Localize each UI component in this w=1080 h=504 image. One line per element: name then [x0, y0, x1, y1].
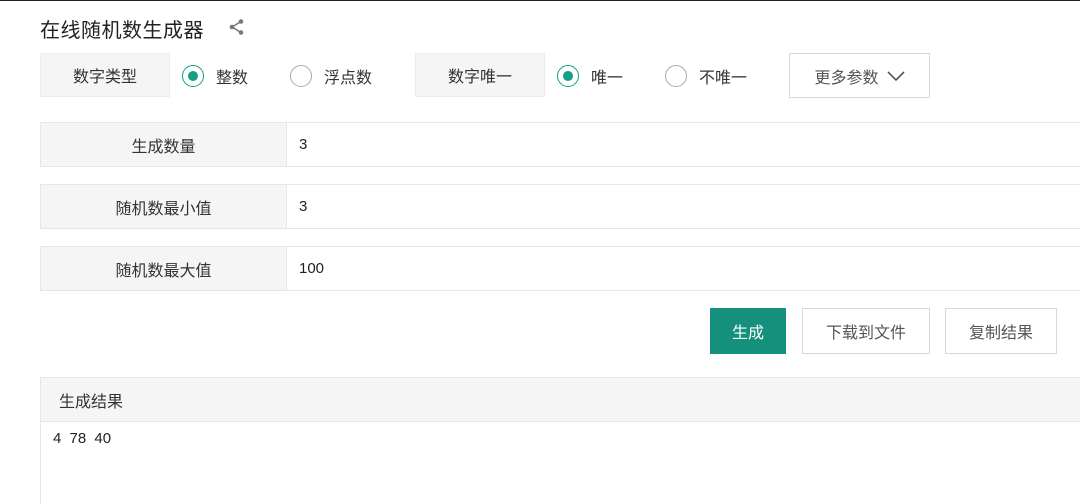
max-field-row: 随机数最大值	[40, 246, 1080, 291]
generate-button[interactable]: 生成	[710, 308, 786, 354]
radio-checked-icon	[557, 65, 579, 87]
count-input[interactable]	[287, 123, 1080, 166]
radio-checked-icon	[182, 65, 204, 87]
unique-label: 数字唯一	[415, 53, 545, 97]
radio-float[interactable]: 浮点数	[290, 64, 372, 88]
count-label: 生成数量	[41, 123, 287, 166]
number-type-label: 数字类型	[40, 53, 170, 97]
more-params-label: 更多参数	[814, 67, 879, 87]
download-button[interactable]: 下载到文件	[802, 308, 930, 354]
max-input[interactable]	[287, 247, 1080, 290]
chevron-down-icon	[886, 70, 905, 81]
radio-unchecked-icon	[290, 65, 312, 87]
result-panel: 生成结果 4 78 40	[40, 377, 1080, 504]
radio-integer[interactable]: 整数	[182, 64, 248, 88]
result-text[interactable]: 4 78 40	[41, 422, 1080, 447]
radio-float-label: 浮点数	[324, 68, 373, 87]
radio-not-unique[interactable]: 不唯一	[665, 64, 747, 88]
count-field-row: 生成数量	[40, 122, 1080, 167]
result-header: 生成结果	[41, 378, 1080, 422]
radio-not-unique-label: 不唯一	[699, 68, 748, 87]
radio-unique-label: 唯一	[591, 68, 624, 87]
share-icon[interactable]	[228, 18, 246, 36]
copy-result-button[interactable]: 复制结果	[945, 308, 1057, 354]
page-title: 在线随机数生成器	[40, 18, 204, 42]
min-input[interactable]	[287, 185, 1080, 228]
more-params-button[interactable]: 更多参数	[789, 53, 930, 98]
min-field-row: 随机数最小值	[40, 184, 1080, 229]
min-label: 随机数最小值	[41, 185, 287, 228]
radio-unchecked-icon	[665, 65, 687, 87]
max-label: 随机数最大值	[41, 247, 287, 290]
radio-integer-label: 整数	[216, 68, 249, 87]
window-top-border	[0, 0, 1080, 1]
radio-unique[interactable]: 唯一	[557, 64, 623, 88]
